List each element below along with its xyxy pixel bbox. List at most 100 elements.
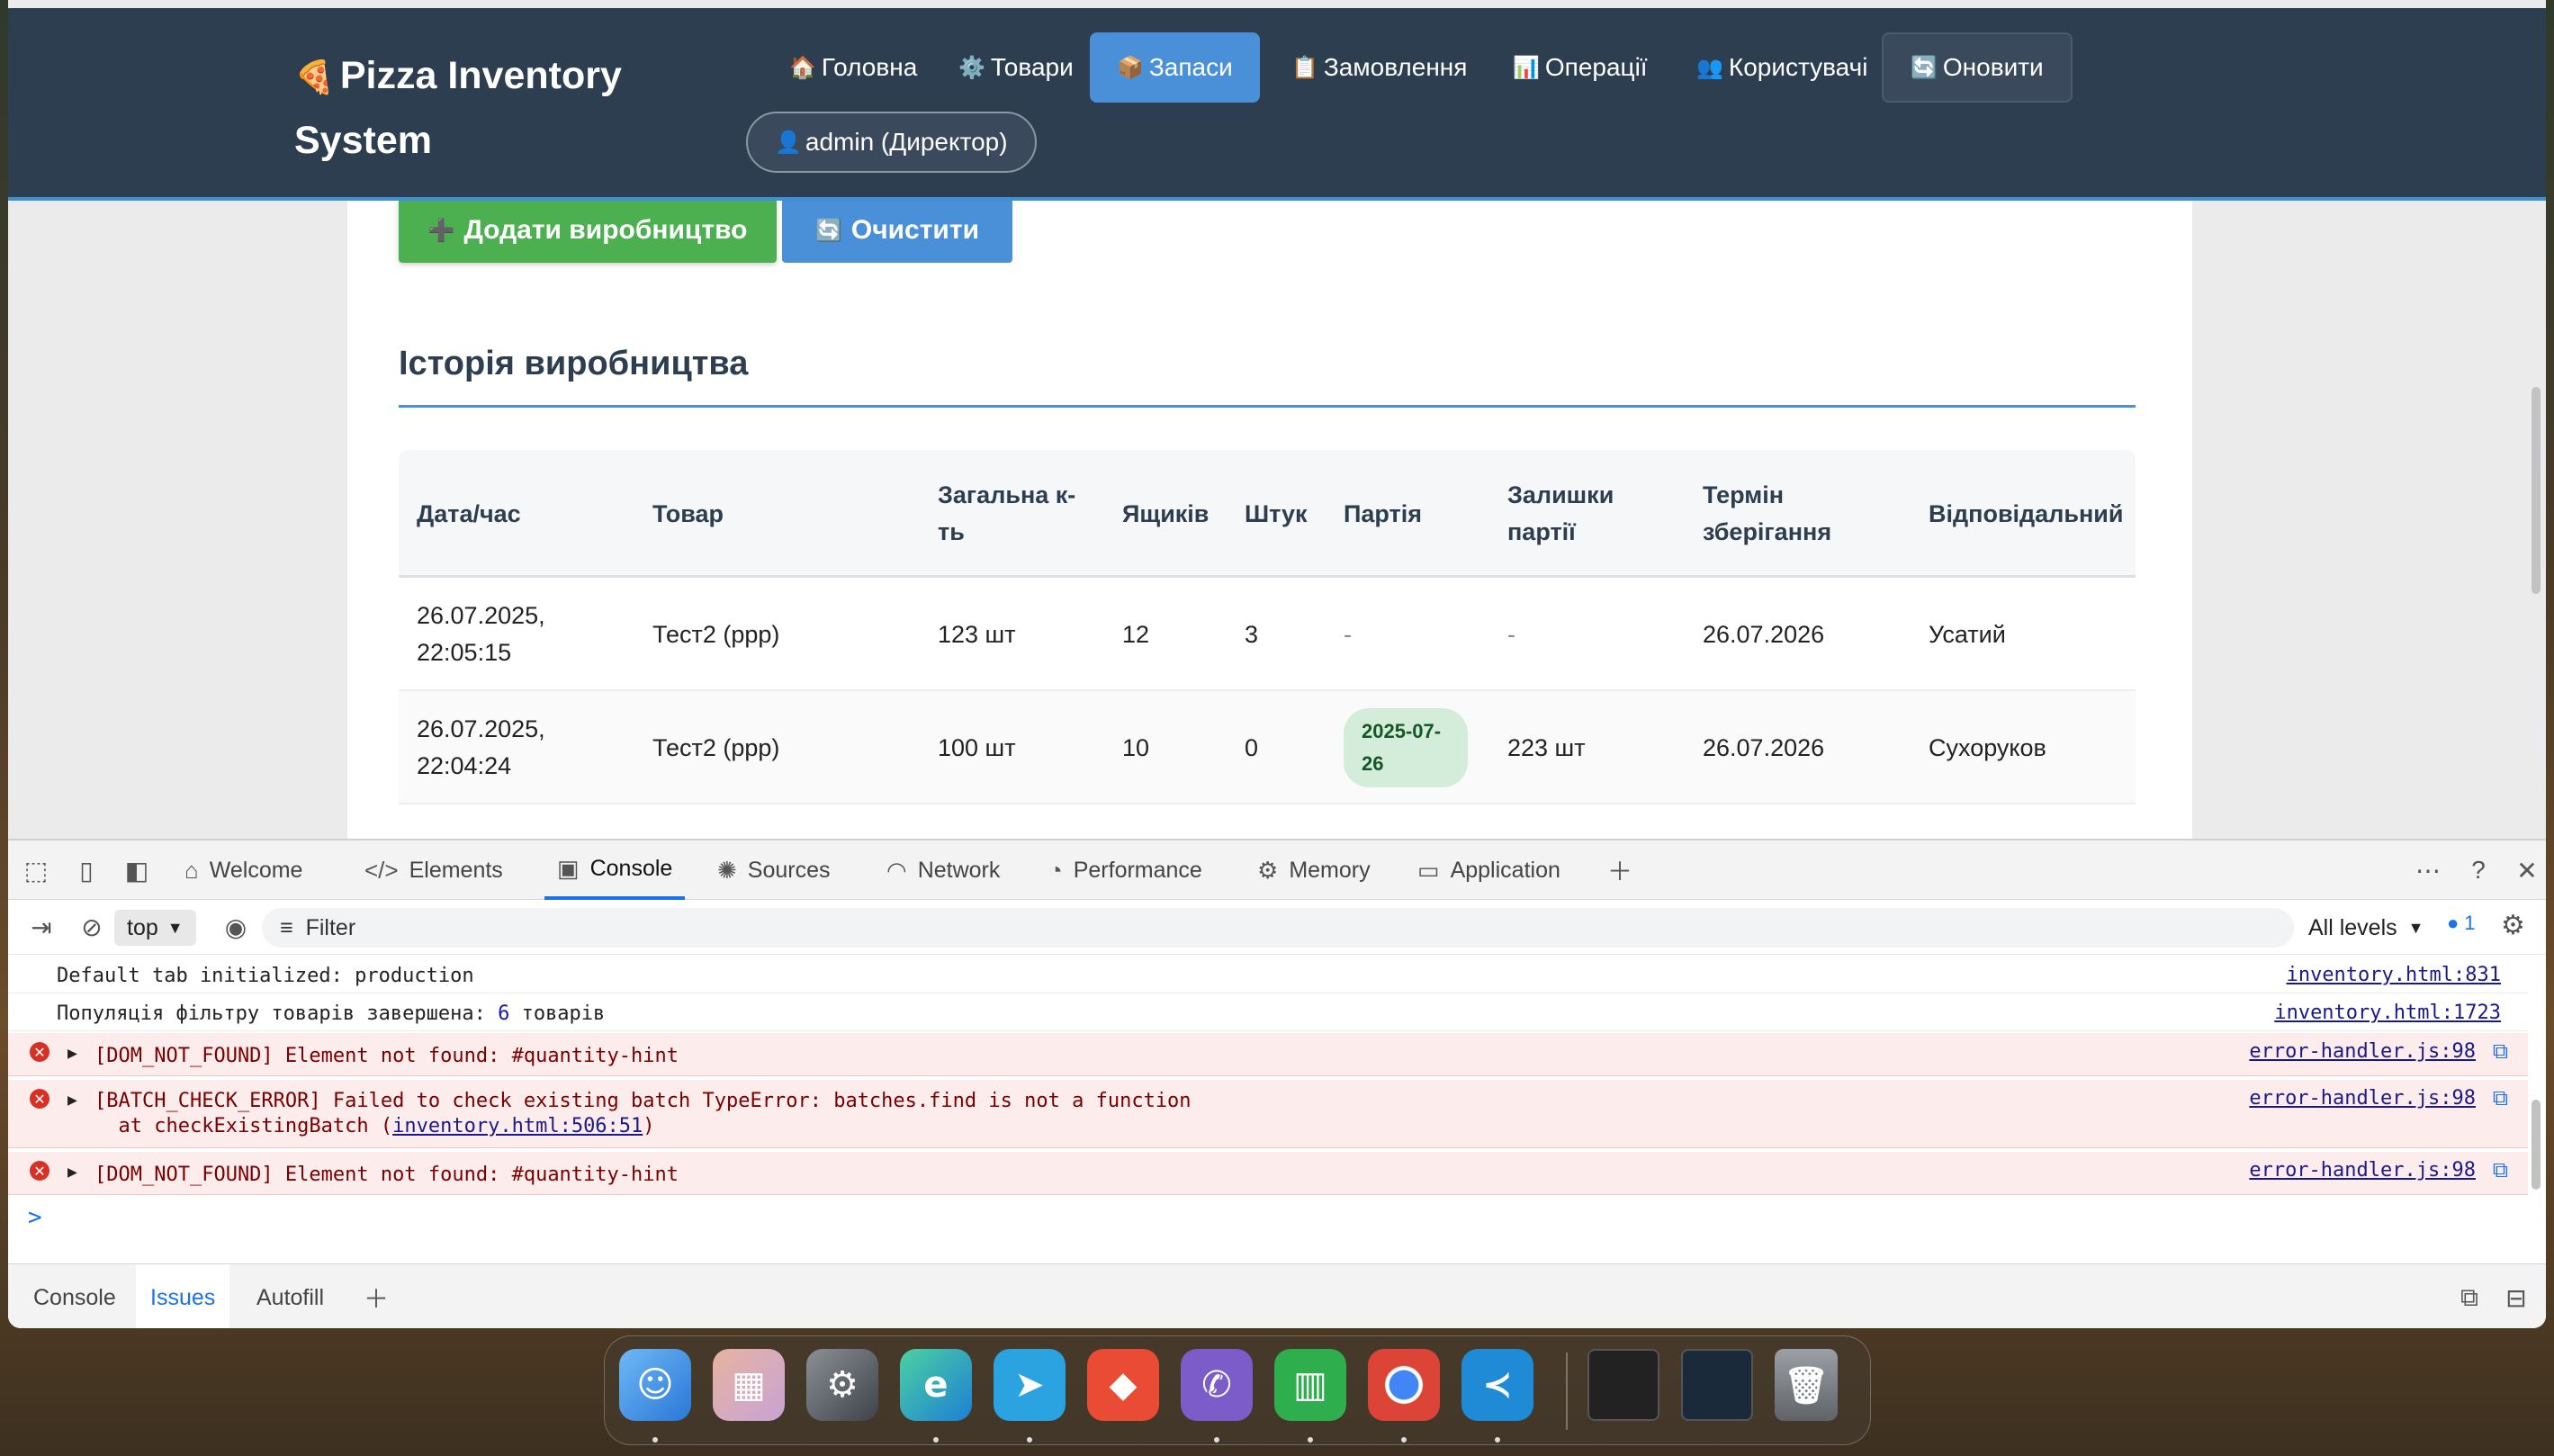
nav-home[interactable]: 🏠 Головна: [762, 32, 944, 103]
console-scrollbar[interactable]: [2532, 1100, 2541, 1190]
nav-operations[interactable]: 📊 Операції: [1486, 32, 1675, 103]
cell-datetime: 26.07.2025, 22:04:24: [417, 715, 545, 779]
telegram-icon[interactable]: ➤: [994, 1349, 1066, 1421]
brand[interactable]: 🍕 Pizza Inventory System: [294, 44, 672, 173]
clear-button[interactable]: 🔄 Очистити: [782, 198, 1012, 263]
console-prompt[interactable]: >: [28, 1204, 42, 1231]
launchpad-icon[interactable]: ▦: [713, 1349, 785, 1421]
anydesk-icon[interactable]: ◆: [1087, 1349, 1159, 1421]
nav-orders[interactable]: 📋 Замовлення: [1264, 32, 1494, 103]
error-source-link[interactable]: error-handler.js:98: [2249, 1159, 2476, 1182]
drawer-tab-autofill[interactable]: Autofill: [247, 1264, 333, 1328]
error-source-link[interactable]: error-handler.js:98: [2249, 1087, 2476, 1110]
log-levels-select[interactable]: All levels ▼: [2308, 910, 2424, 946]
error-source-link[interactable]: error-handler.js:98: [2249, 1040, 2476, 1063]
inspect-icon[interactable]: ⬚: [21, 855, 51, 885]
devtools-drawer: Console Issues Autofill ＋ ⧉ ⊟: [8, 1263, 2546, 1328]
tab-performance[interactable]: ◔ Performance: [1048, 840, 1202, 900]
tab-welcome[interactable]: ⌂ Welcome: [184, 840, 302, 900]
cell-expiry: 26.07.2026: [1703, 620, 1825, 648]
running-indicator: [1027, 1437, 1032, 1443]
vscode-icon[interactable]: ≺: [1461, 1349, 1533, 1421]
nav-inventory[interactable]: 📦 Запаси: [1090, 32, 1260, 103]
add-drawer-tab-icon[interactable]: ＋: [361, 1282, 391, 1313]
cell-pieces: 0: [1245, 733, 1259, 761]
console-icon: ▣: [557, 854, 580, 882]
viber-icon[interactable]: ✆: [1181, 1349, 1253, 1421]
filter-input[interactable]: ≡ Filter: [262, 908, 2294, 948]
add-tab-icon[interactable]: ＋: [1605, 855, 1635, 885]
tab-sources[interactable]: ✺ Sources: [717, 840, 831, 900]
running-indicator: [1495, 1437, 1500, 1443]
stack-link[interactable]: inventory.html:506:51: [392, 1115, 643, 1137]
running-indicator: [652, 1437, 658, 1443]
col-product: Товар: [652, 499, 724, 527]
tab-console[interactable]: ▣ Console: [544, 840, 686, 900]
close-drawer-icon[interactable]: ⊟: [2501, 1282, 2532, 1313]
col-batch-left: Залишки партії: [1507, 481, 1614, 545]
tab-console-label: Console: [589, 855, 673, 881]
console-error[interactable]: ✕ ▶ [DOM_NOT_FOUND] Element not found: #…: [8, 1152, 2528, 1195]
more-icon[interactable]: ⋯: [2413, 855, 2443, 885]
minimized-window-thumbnail[interactable]: [1681, 1349, 1753, 1421]
cell-total: 123 шт: [938, 620, 1016, 648]
numbers-icon[interactable]: ▥: [1274, 1349, 1346, 1421]
drawer-tab-console[interactable]: Console: [24, 1264, 125, 1328]
user-menu[interactable]: 👤 admin (Директор): [746, 112, 1037, 173]
nav-products[interactable]: ⚙️ Товари: [931, 32, 1101, 103]
device-toolbar-icon[interactable]: ▯: [71, 855, 102, 885]
expand-triangle-icon[interactable]: ▶: [67, 1163, 77, 1182]
refresh-button[interactable]: 🔄 Оновити: [1882, 32, 2073, 103]
copy-icon[interactable]: ⧉: [2493, 1038, 2508, 1064]
context-select[interactable]: top ▼: [114, 910, 196, 946]
edge-icon[interactable]: e: [900, 1349, 972, 1421]
minimized-window-thumbnail[interactable]: [1587, 1349, 1659, 1421]
tab-elements[interactable]: </> Elements: [364, 840, 503, 900]
gear-icon: ⚙️: [958, 55, 985, 80]
system-settings-icon[interactable]: ⚙: [806, 1349, 878, 1421]
copy-icon[interactable]: ⧉: [2493, 1085, 2508, 1110]
tab-memory-label: Memory: [1289, 857, 1371, 883]
pizza-icon: 🍕: [294, 58, 335, 95]
expand-triangle-icon[interactable]: ▶: [67, 1044, 77, 1063]
trash-icon[interactable]: 🗑: [1775, 1349, 1838, 1421]
chart-icon: 📊: [1513, 55, 1540, 80]
eye-icon[interactable]: ◉: [220, 912, 251, 942]
chrome-icon[interactable]: [1368, 1349, 1440, 1421]
drawer-tab-issues[interactable]: Issues: [136, 1264, 230, 1328]
close-icon[interactable]: ✕: [2512, 855, 2542, 885]
log-source-link[interactable]: inventory.html:1723: [2274, 1002, 2501, 1024]
tab-application[interactable]: ▭ Application: [1417, 840, 1560, 900]
console-sidebar-icon[interactable]: ⇥: [26, 912, 57, 942]
stack-prefix: at checkExistingBatch (: [94, 1115, 393, 1137]
scroll-thumb[interactable]: [2532, 387, 2541, 594]
cell-product: Тест2 (ррр): [652, 733, 780, 761]
clear-console-icon[interactable]: ⊘: [76, 912, 107, 942]
help-icon[interactable]: ?: [2463, 855, 2494, 885]
browser-window: ➕ Додати виробництво 🔄 Очистити Історія ви…: [8, 0, 2546, 1328]
tab-elements-label: Elements: [409, 857, 503, 883]
nav-users[interactable]: 👥 Користувачі: [1669, 32, 1894, 103]
devtools-panel: ⬚ ▯ ◧ ⌂ Welcome </> Elements ▣ Console ✺ Sou…: [8, 839, 2546, 1328]
content-card: ➕ Додати виробництво 🔄 Очистити Історія ви…: [347, 162, 2192, 839]
console-error[interactable]: ✕ ▶ [BATCH_CHECK_ERROR] Failed to check …: [8, 1080, 2528, 1148]
tab-network[interactable]: ◠ Network: [886, 840, 1000, 900]
expand-triangle-icon[interactable]: ▶: [67, 1091, 77, 1110]
add-production-button[interactable]: ➕ Додати виробництво: [399, 198, 777, 263]
copy-icon[interactable]: ⧉: [2493, 1157, 2508, 1182]
finder-icon[interactable]: ☺: [619, 1349, 691, 1421]
tab-network-label: Network: [917, 857, 1001, 883]
log-source-link[interactable]: inventory.html:831: [2287, 964, 2501, 986]
dock-side-icon[interactable]: ⧉: [2454, 1282, 2485, 1313]
log-text: Default tab initialized: production: [57, 965, 474, 987]
console-message: Популяція фільтру товарів завершена: 6 т…: [8, 993, 2528, 1031]
console-error[interactable]: ✕ ▶ [DOM_NOT_FOUND] Element not found: #…: [8, 1033, 2528, 1076]
cell-datetime: 26.07.2025, 22:05:15: [417, 602, 545, 666]
sidebar-toggle-icon[interactable]: ◧: [121, 855, 152, 885]
batch-badge: 2025-07-26: [1344, 708, 1468, 787]
tab-memory[interactable]: ⚙ Memory: [1257, 840, 1371, 900]
console-settings-icon[interactable]: ⚙: [2501, 910, 2525, 941]
issues-counter[interactable]: ● 1: [2447, 912, 2476, 935]
cell-expiry: 26.07.2026: [1703, 733, 1825, 761]
add-production-label: Додати виробництво: [463, 215, 748, 245]
